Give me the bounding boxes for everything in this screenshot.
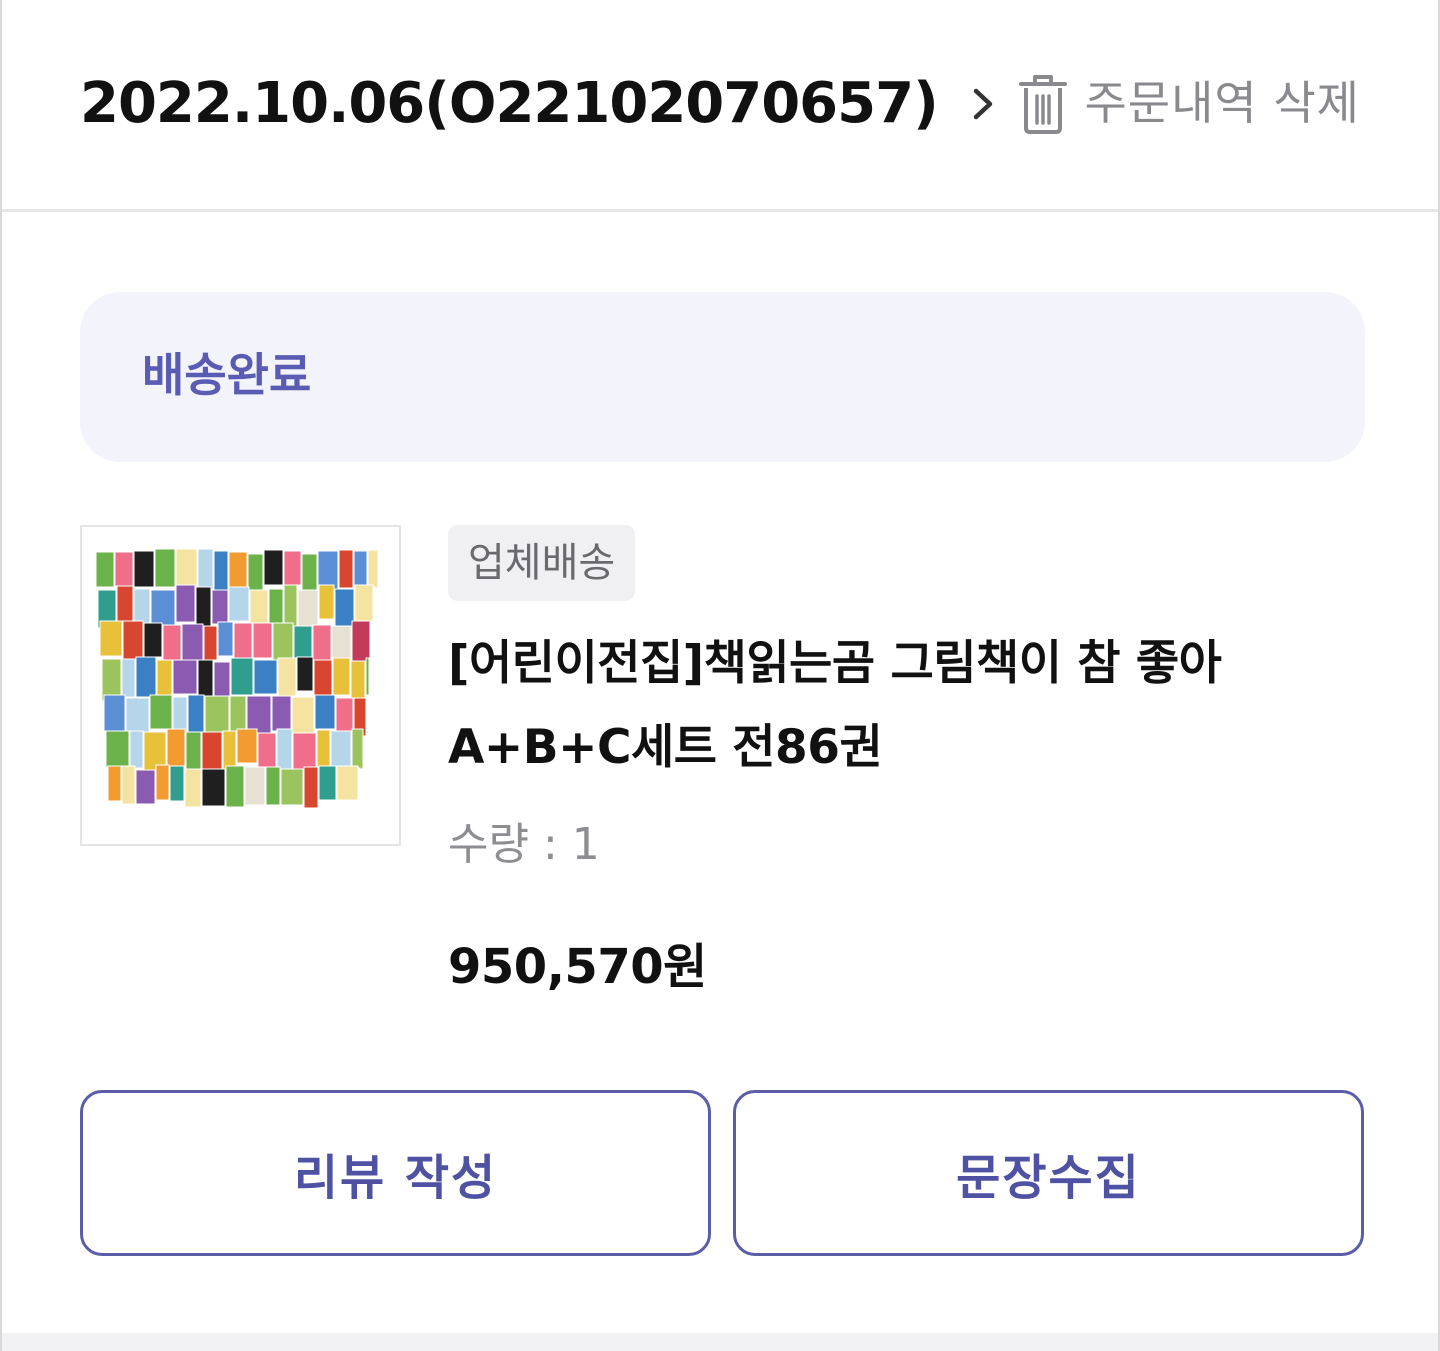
collect-sentence-button[interactable]: 문장수집 <box>733 1090 1364 1256</box>
product-name[interactable]: [어린이전집]책읽는곰 그림책이 참 좋아 A+B+C세트 전86권 <box>448 622 1368 790</box>
order-header: 2022.10.06(O22102070657) 주문내역 삭제 <box>2 0 1438 212</box>
product-quantity: 수량 : 1 <box>448 819 600 870</box>
order-card: 2022.10.06(O22102070657) 주문내역 삭제 배송완료 업체… <box>0 0 1440 1351</box>
write-review-label: 리뷰 작성 <box>293 1150 498 1206</box>
shipping-type-label: 업체배송 <box>468 540 616 586</box>
delete-order-label: 주문내역 삭제 <box>1084 76 1360 130</box>
order-title: 2022.10.06(O22102070657) <box>80 71 939 136</box>
collect-sentence-label: 문장수집 <box>956 1150 1141 1206</box>
delivery-status-box: 배송완료 <box>80 292 1365 462</box>
shipping-type-badge: 업체배송 <box>448 525 636 601</box>
delete-order-button[interactable]: 주문내역 삭제 <box>1018 68 1360 138</box>
trash-icon <box>1018 71 1068 135</box>
chevron-right-icon <box>964 74 1004 134</box>
product-price: 950,570원 <box>448 939 707 995</box>
delivery-status-label: 배송완료 <box>142 348 312 402</box>
order-detail-link[interactable]: 2022.10.06(O22102070657) <box>80 62 1004 146</box>
write-review-button[interactable]: 리뷰 작성 <box>80 1090 711 1256</box>
product-thumbnail[interactable] <box>80 525 401 846</box>
bottom-divider <box>2 1333 1438 1351</box>
book-set-image <box>95 548 379 809</box>
